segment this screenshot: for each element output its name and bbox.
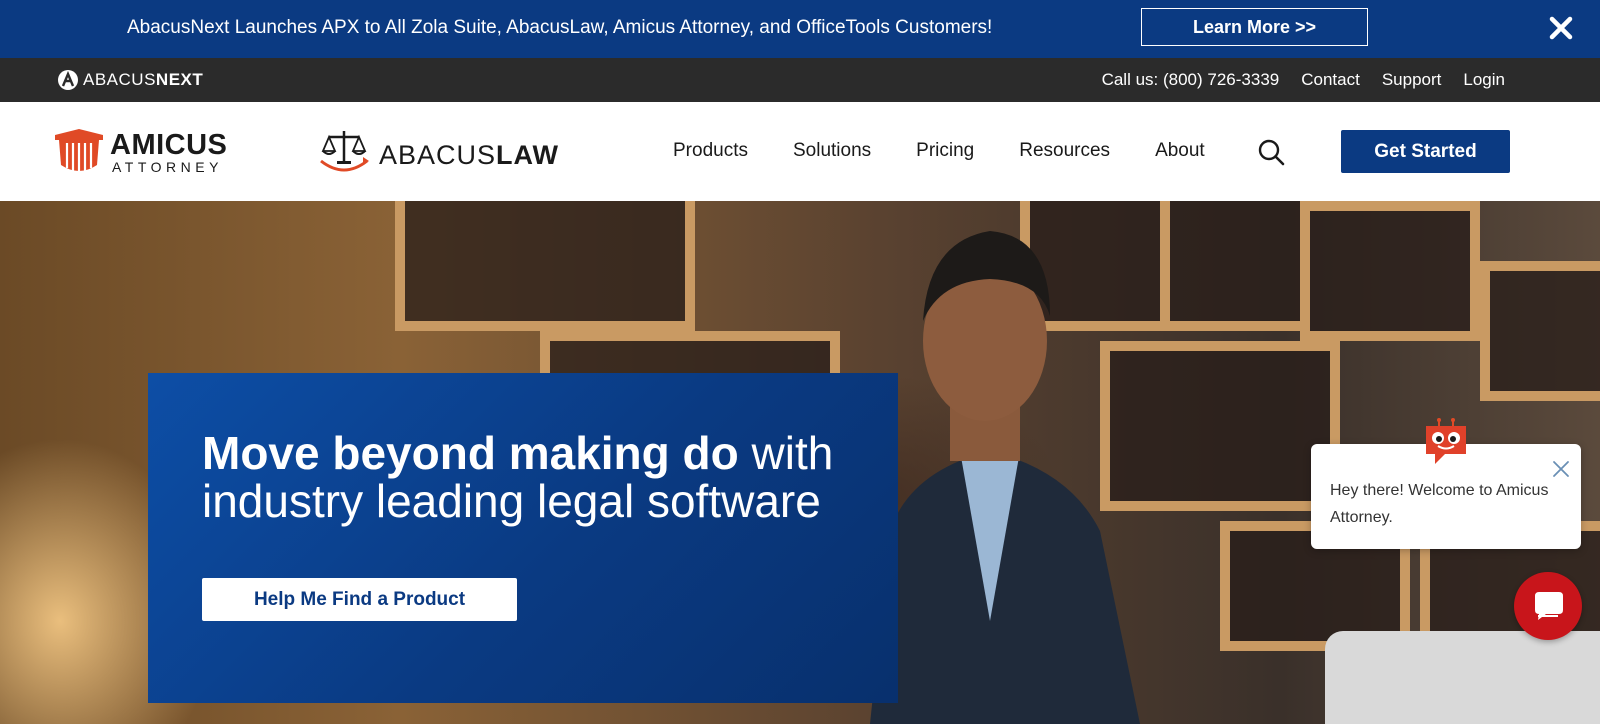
- contact-link[interactable]: Contact: [1301, 70, 1360, 90]
- utility-bar: ABACUSNEXT Call us: (800) 726-3339 Conta…: [0, 58, 1600, 102]
- utility-links: Call us: (800) 726-3339 Contact Support …: [1102, 70, 1505, 90]
- main-navigation: AMICUS ATTORNEY ABACUSLAW Products Solut…: [0, 102, 1600, 201]
- abacusnext-logo[interactable]: ABACUSNEXT: [57, 68, 203, 92]
- call-us-link[interactable]: Call us: (800) 726-3339: [1102, 70, 1280, 90]
- amicus-wordmark: AMICUS: [110, 129, 228, 161]
- close-icon[interactable]: [1547, 14, 1575, 42]
- support-link[interactable]: Support: [1382, 70, 1442, 90]
- chat-bot-mascot-icon: [1426, 418, 1466, 464]
- chat-welcome-message: Hey there! Welcome to Amicus Attorney.: [1330, 482, 1549, 526]
- nav-item-products[interactable]: Products: [673, 140, 748, 162]
- abacuslaw-logo[interactable]: ABACUSLAW: [317, 127, 558, 177]
- background-shelf: [395, 201, 695, 331]
- scales-of-justice-icon: [320, 131, 369, 172]
- nav-item-pricing[interactable]: Pricing: [916, 140, 974, 162]
- nav-item-about[interactable]: About: [1155, 140, 1205, 162]
- primary-nav-menu: Products Solutions Pricing Resources Abo…: [673, 140, 1250, 162]
- background-shelf: [1300, 201, 1480, 341]
- laptop-image: [1325, 631, 1600, 724]
- background-shelf: [1160, 201, 1310, 331]
- amicus-attorney-logo[interactable]: AMICUS ATTORNEY: [53, 127, 238, 179]
- abacusnext-mark-icon: [58, 70, 78, 90]
- background-shelf: [1480, 261, 1600, 401]
- abacusnext-wordmark: ABACUSNEXT: [83, 70, 204, 89]
- amicus-column-icon: [55, 129, 103, 172]
- search-icon[interactable]: [1257, 138, 1285, 166]
- announcement-text: AbacusNext Launches APX to All Zola Suit…: [127, 17, 993, 38]
- chat-bubble-icon: [1535, 592, 1563, 620]
- login-link[interactable]: Login: [1463, 70, 1505, 90]
- learn-more-button[interactable]: Learn More >>: [1141, 8, 1368, 46]
- chat-launcher-button[interactable]: [1514, 572, 1582, 640]
- hero-card: Move beyond making do with industry lead…: [148, 373, 898, 703]
- abacuslaw-wordmark: ABACUSLAW: [379, 140, 560, 170]
- close-icon[interactable]: [1551, 459, 1571, 479]
- announcement-bar: AbacusNext Launches APX to All Zola Suit…: [0, 0, 1600, 58]
- nav-item-solutions[interactable]: Solutions: [793, 140, 871, 162]
- hero-headline: Move beyond making do with industry lead…: [202, 427, 834, 527]
- help-me-find-product-button[interactable]: Help Me Find a Product: [202, 578, 517, 621]
- nav-item-resources[interactable]: Resources: [1019, 140, 1110, 162]
- get-started-button[interactable]: Get Started: [1341, 130, 1510, 173]
- attorney-wordmark: ATTORNEY: [112, 159, 223, 175]
